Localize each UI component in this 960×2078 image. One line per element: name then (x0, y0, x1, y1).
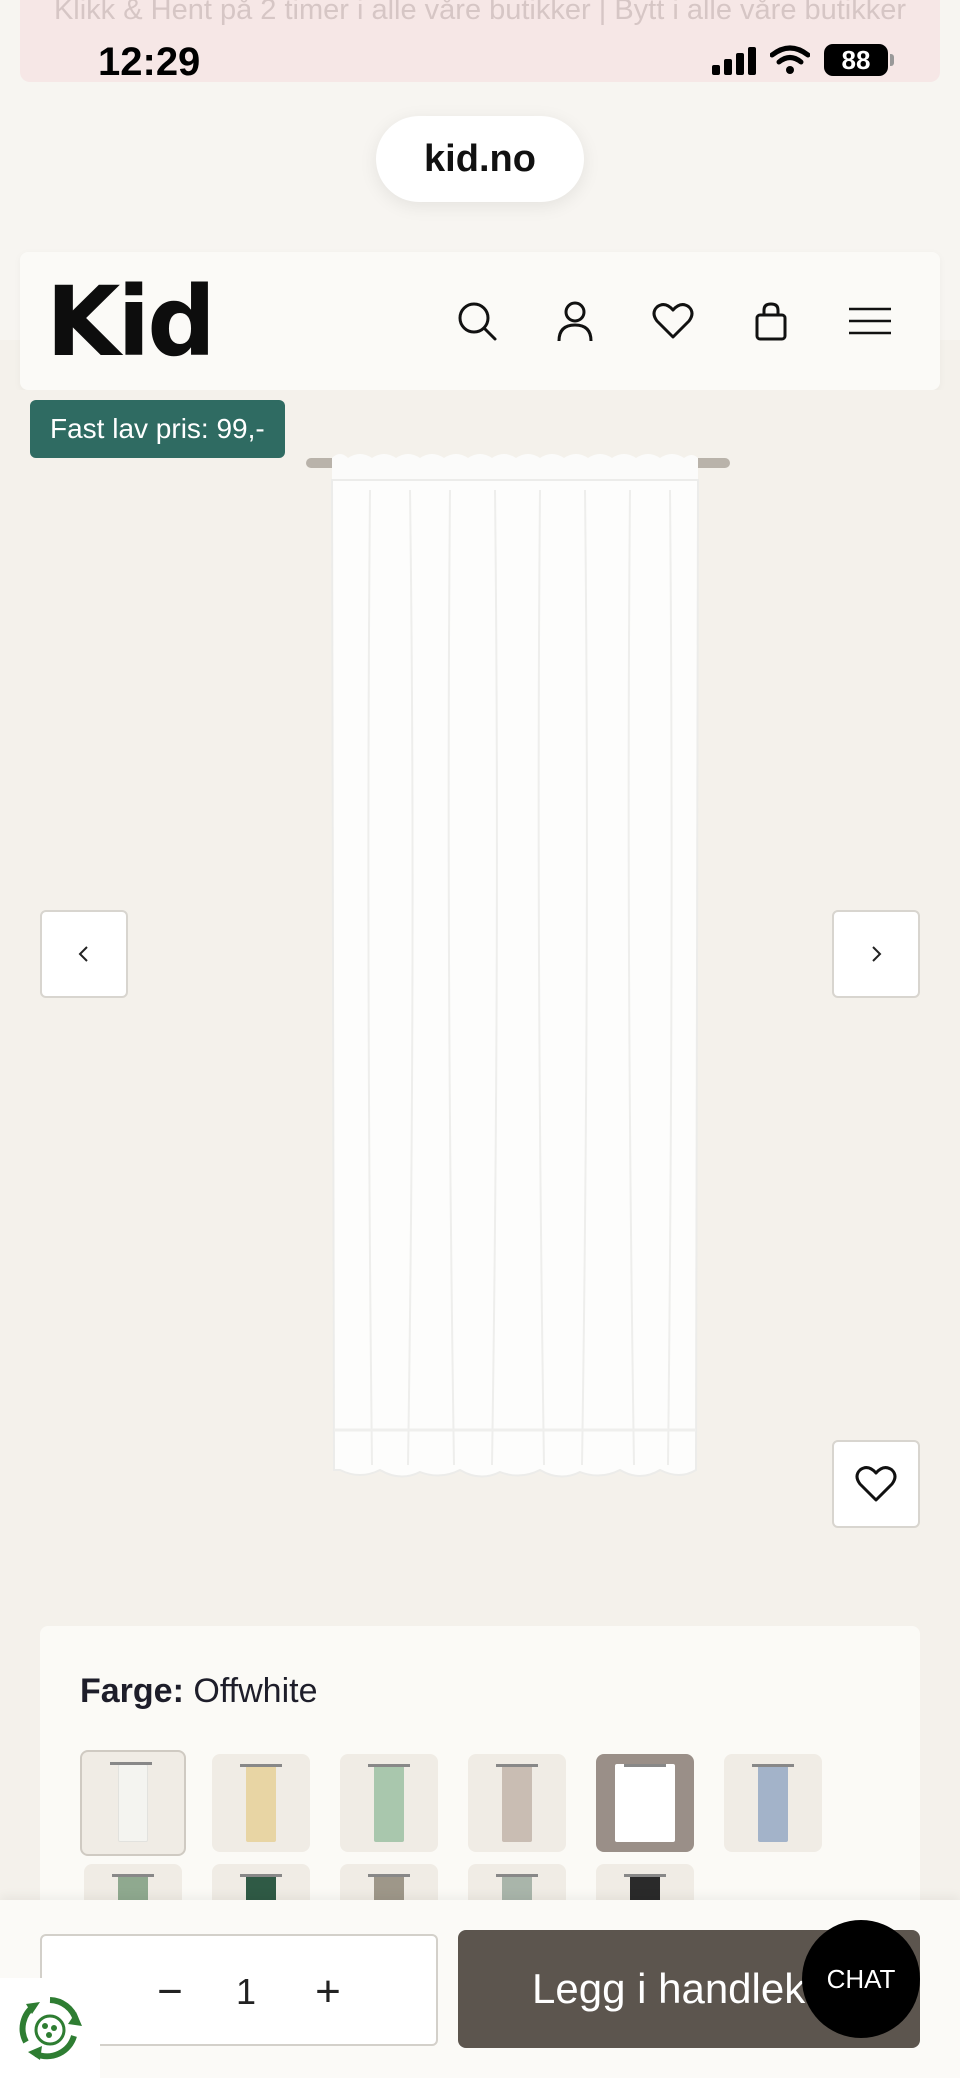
quantity-increase-button[interactable]: + (300, 1964, 356, 2020)
product-image[interactable] (300, 440, 740, 1500)
heart-icon (855, 1466, 897, 1502)
add-to-wishlist-button[interactable] (832, 1440, 920, 1528)
kid-logo[interactable]: Kid (46, 274, 216, 370)
wifi-icon (770, 45, 810, 74)
menu-icon[interactable] (844, 296, 896, 346)
cellular-signal-icon (712, 45, 756, 75)
color-label-title: Farge: (80, 1672, 184, 1710)
color-swatch[interactable] (468, 1754, 566, 1852)
next-image-button[interactable] (832, 910, 920, 998)
cart-icon[interactable] (746, 296, 796, 346)
color-swatch[interactable] (80, 1750, 186, 1856)
color-swatch[interactable] (340, 1754, 438, 1852)
color-swatch[interactable] (724, 1754, 822, 1852)
search-icon[interactable] (452, 296, 502, 346)
color-swatch[interactable] (212, 1754, 310, 1852)
promo-text: Klikk & Hent på 2 timer i alle våre buti… (53, 0, 907, 26)
color-swatch[interactable] (596, 1754, 694, 1852)
color-label: Farge: Offwhite (80, 1672, 317, 1711)
prev-image-button[interactable] (40, 910, 128, 998)
quantity-decrease-button[interactable]: − (142, 1964, 198, 2020)
status-icons: 88 (712, 44, 894, 76)
quantity-value[interactable]: 1 (226, 1964, 266, 2020)
account-icon[interactable] (550, 296, 600, 346)
status-time: 12:29 (98, 40, 201, 84)
site-header: Kid (20, 252, 940, 390)
battery-level: 88 (824, 44, 888, 76)
battery-icon: 88 (824, 44, 894, 76)
color-value: Offwhite (193, 1672, 318, 1710)
wishlist-icon[interactable] (648, 296, 698, 346)
recycle-badge-icon[interactable] (0, 1978, 100, 2078)
chat-button[interactable]: CHAT (802, 1920, 920, 2038)
url-bar[interactable]: kid.no (376, 116, 584, 202)
price-badge: Fast lav pris: 99,- (30, 400, 285, 458)
